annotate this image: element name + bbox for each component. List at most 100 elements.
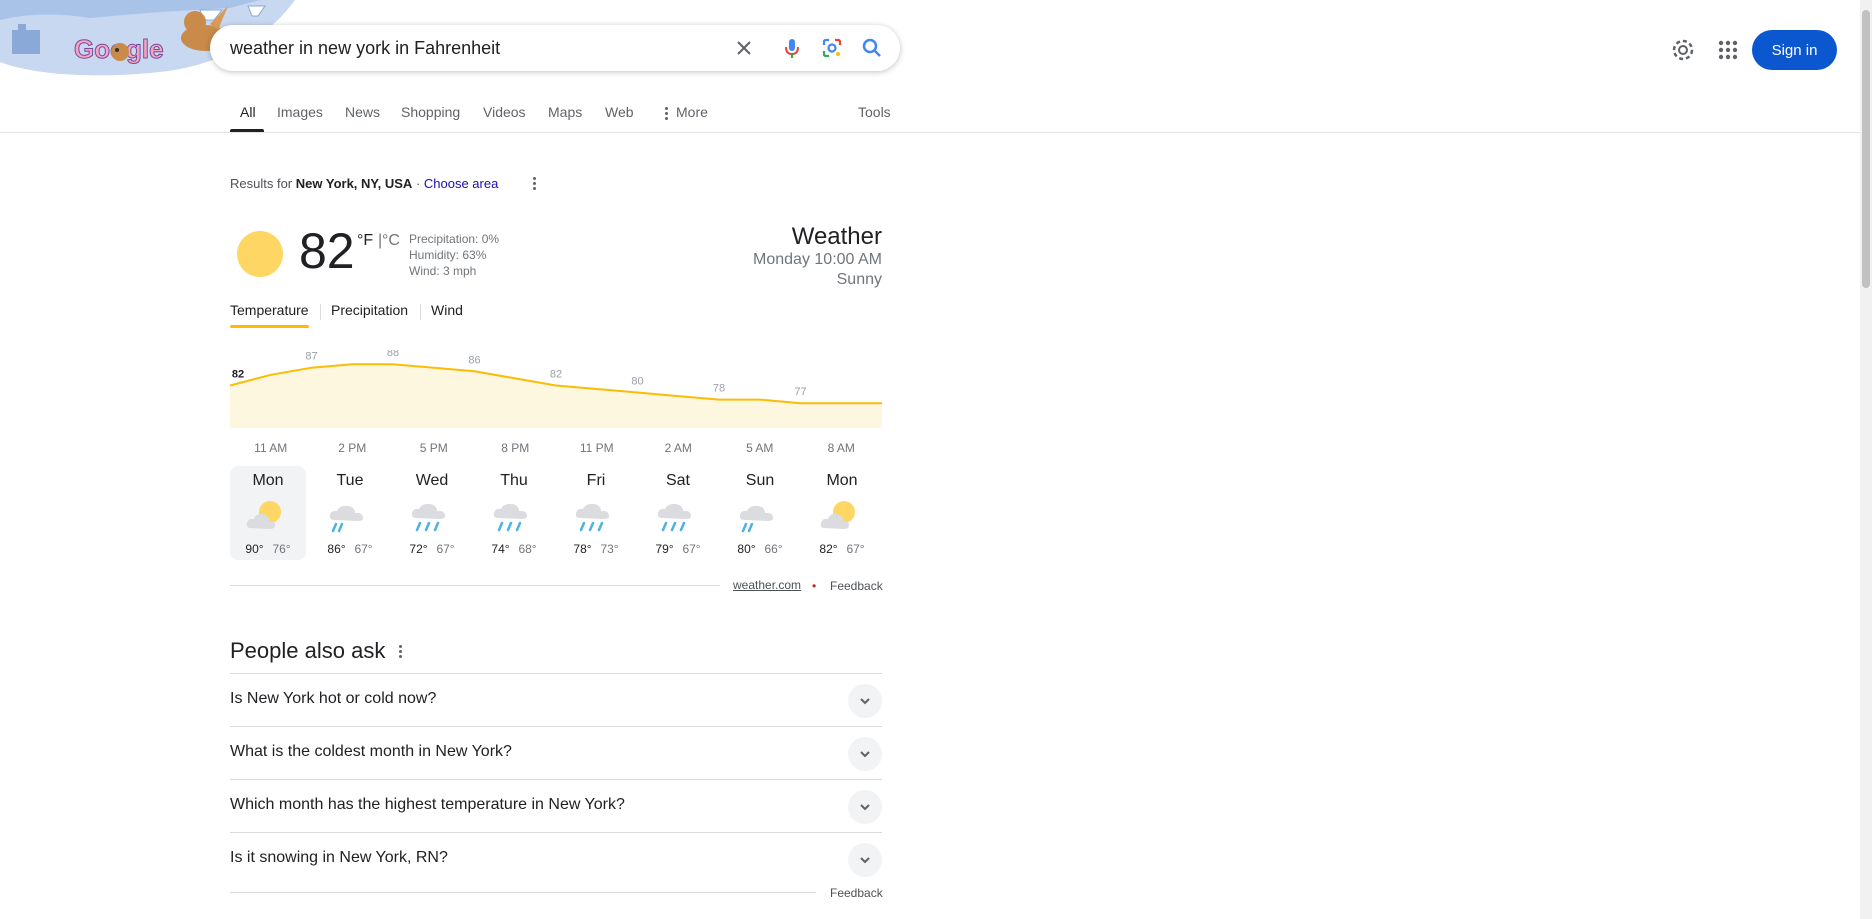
tab-shopping[interactable]: Shopping <box>401 104 460 120</box>
scrollbar-thumb[interactable] <box>1862 10 1870 288</box>
scrollbar-track[interactable] <box>1860 0 1872 919</box>
forecast-day-name: Tue <box>336 472 364 489</box>
forecast-high: 86° <box>327 542 346 556</box>
partly-cloudy-icon <box>244 498 290 534</box>
tab-web[interactable]: Web <box>605 104 634 120</box>
results-options-icon[interactable] <box>533 177 537 192</box>
subtab-precipitation[interactable]: Precipitation <box>331 302 408 318</box>
paa-options-icon[interactable] <box>399 645 403 660</box>
results-for-prefix: Results for <box>230 176 293 191</box>
scattered-showers-icon <box>326 498 372 534</box>
current-temperature: 82 <box>299 223 355 279</box>
sunny-icon <box>236 230 284 283</box>
forecast-low: 68° <box>518 542 537 556</box>
showers-icon <box>490 498 536 534</box>
partly-cloudy-icon <box>818 498 864 534</box>
weather-feedback-link[interactable]: Feedback <box>830 579 883 593</box>
temperature-data-label: 87 <box>305 351 317 363</box>
forecast-day-name: Thu <box>500 472 528 489</box>
chevron-down-icon[interactable] <box>848 737 882 771</box>
paa-feedback-link[interactable]: Feedback <box>830 886 883 900</box>
people-also-ask-title: People also ask <box>230 638 386 663</box>
tab-news[interactable]: News <box>345 104 380 120</box>
forecast-low: 73° <box>600 542 619 556</box>
paa-question[interactable]: Is it snowing in New York, RN? <box>230 832 882 886</box>
paa-question[interactable]: Which month has the highest temperature … <box>230 779 882 833</box>
forecast-high: 78° <box>573 542 592 556</box>
subtab-divider <box>320 304 321 320</box>
tab-more[interactable]: More <box>676 104 708 120</box>
source-dot: • <box>812 579 817 593</box>
forecast-temps: 79° 67° <box>640 540 716 558</box>
forecast-temps: 72° 67° <box>394 540 470 558</box>
forecast-temps: 86° 67° <box>312 540 388 558</box>
scattered-showers-icon <box>736 498 782 534</box>
microphone-icon[interactable] <box>780 36 804 60</box>
forecast-temps: 78° 73° <box>558 540 634 558</box>
clear-search-icon[interactable] <box>732 36 756 60</box>
precipitation-stat: Precipitation: 0% <box>409 232 500 246</box>
search-box[interactable]: weather in new york in Fahrenheit <box>210 25 900 71</box>
paa-divider <box>230 892 816 893</box>
paa-question[interactable]: Is New York hot or cold now? <box>230 673 882 727</box>
forecast-day[interactable]: Thu 74° 68° <box>476 466 552 560</box>
chevron-down-icon[interactable] <box>848 843 882 877</box>
showers-icon <box>654 498 700 534</box>
tab-videos[interactable]: Videos <box>483 104 526 120</box>
chevron-down-icon[interactable] <box>848 790 882 824</box>
temperature-data-label: 80 <box>631 376 643 388</box>
search-icon[interactable] <box>860 36 884 60</box>
forecast-day[interactable]: Tue 86° 67° <box>312 466 388 560</box>
forecast-day[interactable]: Wed 72° 67° <box>394 466 470 560</box>
forecast-low: 67° <box>846 542 865 556</box>
forecast-temps: 90° 76° <box>230 540 306 558</box>
subtab-temperature[interactable]: Temperature <box>230 302 309 318</box>
tab-images[interactable]: Images <box>277 104 323 120</box>
settings-gear-icon[interactable] <box>1670 37 1696 63</box>
temperature-chart[interactable]: 82 87 88 86 82 80 78 77 11 AM 2 PM 5 PM 8 PM 11 PM 2 … <box>230 350 882 460</box>
paa-question-text: Is it snowing in New York, RN? <box>230 849 448 866</box>
paa-question[interactable]: What is the coldest month in New York? <box>230 726 882 780</box>
forecast-day[interactable]: Fri 78° 73° <box>558 466 634 560</box>
time-tick-label: 11 AM <box>254 441 287 455</box>
forecast-high: 90° <box>245 542 264 556</box>
time-tick-label: 2 PM <box>338 441 366 455</box>
weather-condition: Sunny <box>836 271 882 288</box>
temperature-data-label: 86 <box>468 354 480 366</box>
source-divider <box>230 585 720 586</box>
unit-celsius[interactable]: °C <box>382 232 400 250</box>
tools-button[interactable]: Tools <box>858 104 891 120</box>
chevron-down-icon[interactable] <box>848 684 882 718</box>
sign-in-button[interactable]: Sign in <box>1752 30 1837 70</box>
forecast-high: 72° <box>409 542 428 556</box>
wind-stat: Wind: 3 mph <box>409 264 477 278</box>
weather-source-link[interactable]: weather.com <box>733 578 801 592</box>
apps-grid-icon[interactable] <box>1715 37 1741 63</box>
paa-question-text: Is New York hot or cold now? <box>230 690 437 707</box>
search-input[interactable]: weather in new york in Fahrenheit <box>230 38 500 59</box>
weather-stats: Precipitation: 0% Humidity: 63% Wind: 3 … <box>409 231 499 279</box>
weather-title: Weather <box>791 223 882 250</box>
tab-all[interactable]: All <box>240 104 256 120</box>
results-for-line: Results for New York, NY, USA · Choose a… <box>230 176 498 191</box>
forecast-day[interactable]: Sat 79° 67° <box>640 466 716 560</box>
subtab-wind[interactable]: Wind <box>431 302 463 318</box>
showers-icon <box>408 498 454 534</box>
forecast-day-name: Mon <box>826 472 858 489</box>
tab-maps[interactable]: Maps <box>548 104 582 120</box>
time-tick-label: 2 AM <box>665 441 692 455</box>
paa-question-text: Which month has the highest temperature … <box>230 796 625 813</box>
forecast-temps: 80° 66° <box>722 540 798 558</box>
forecast-day[interactable]: Mon 90° 76° <box>230 466 306 560</box>
choose-area-link[interactable]: Choose area <box>424 176 498 191</box>
forecast-low: 67° <box>436 542 455 556</box>
forecast-day[interactable]: Mon 82° 67° <box>804 466 880 560</box>
more-vert-icon[interactable] <box>665 107 669 122</box>
unit-fahrenheit[interactable]: °F <box>357 232 373 250</box>
forecast-day[interactable]: Sun 80° 66° <box>722 466 798 560</box>
results-separator: · <box>412 176 424 191</box>
google-lens-icon[interactable] <box>820 36 844 60</box>
time-tick-label: 8 AM <box>828 441 855 455</box>
temperature-data-label: 77 <box>794 386 806 398</box>
temperature-data-label: 82 <box>232 368 244 380</box>
